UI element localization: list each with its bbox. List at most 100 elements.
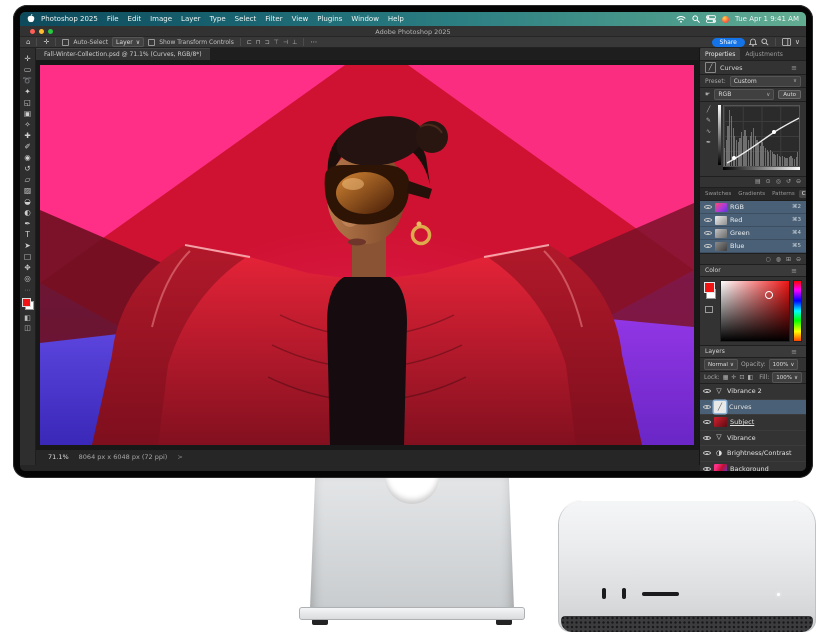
visibility-eye-icon[interactable] bbox=[703, 242, 712, 251]
smooth-curve-icon[interactable]: ∿ bbox=[706, 129, 711, 135]
panel-menu-icon[interactable]: ≡ bbox=[791, 348, 801, 356]
frame-tool[interactable]: ▣ bbox=[22, 108, 34, 119]
channel-dropdown[interactable]: RGB ∨ bbox=[714, 89, 774, 100]
eraser-tool[interactable]: ▱ bbox=[22, 174, 34, 185]
panel-tab[interactable]: Patterns bbox=[769, 190, 798, 198]
layer-row[interactable]: ◑ Brightness/Contrast bbox=[700, 446, 806, 462]
lock-transparency-icon[interactable]: ▦ bbox=[723, 375, 729, 381]
healing-brush-tool[interactable]: ✚ bbox=[22, 130, 34, 141]
layer-name[interactable]: Subject bbox=[730, 418, 804, 426]
menu-item[interactable]: View bbox=[292, 15, 309, 23]
menu-item[interactable]: Plugins bbox=[317, 15, 342, 23]
layer-row[interactable]: ╱ Curves bbox=[700, 400, 806, 416]
layer-thumbnail[interactable] bbox=[714, 417, 727, 427]
layer-row[interactable]: ▽ Vibrance 2 bbox=[700, 384, 806, 400]
visibility-eye-icon[interactable] bbox=[702, 464, 711, 471]
panel-menu-icon[interactable]: ≡ bbox=[791, 267, 801, 275]
foreground-color-swatch[interactable] bbox=[704, 282, 715, 293]
menu-clock[interactable]: Tue Apr 1 9:41 AM bbox=[735, 15, 799, 23]
document-tab[interactable]: Fall-Winter-Collection.psd @ 71.1% (Curv… bbox=[36, 48, 210, 60]
panel-tab[interactable]: Adjustments bbox=[740, 48, 788, 60]
search-icon[interactable] bbox=[761, 38, 769, 46]
load-selection-icon[interactable]: ○ bbox=[765, 256, 770, 263]
quick-mask-icon[interactable]: ◧ bbox=[24, 314, 31, 322]
layer-name[interactable]: Vibrance 2 bbox=[727, 387, 804, 395]
auto-contrast-icon[interactable]: ⊙ bbox=[766, 179, 771, 185]
channel-thumbnail[interactable] bbox=[715, 242, 727, 251]
distribute-top-icon[interactable]: ⊤ bbox=[274, 39, 279, 46]
channel-row[interactable]: Green ⌘4 bbox=[700, 227, 806, 240]
channel-thumbnail[interactable] bbox=[715, 216, 727, 225]
shape-tool[interactable]: □ bbox=[22, 251, 34, 262]
marquee-tool[interactable]: ▭ bbox=[22, 64, 34, 75]
panel-tab[interactable]: Swatches bbox=[702, 190, 734, 198]
align-right-icon[interactable]: ⊐ bbox=[265, 39, 270, 46]
hand-tool[interactable]: ✥ bbox=[22, 262, 34, 273]
menu-item[interactable]: File bbox=[107, 15, 119, 23]
menu-item[interactable]: Photoshop 2025 bbox=[41, 15, 98, 23]
lock-position-icon[interactable]: ✛ bbox=[731, 375, 736, 381]
dodge-tool[interactable]: ◐ bbox=[22, 207, 34, 218]
pen-tool[interactable]: ✒ bbox=[22, 218, 34, 229]
auto-select-checkbox[interactable] bbox=[62, 39, 69, 46]
channel-thumbnail[interactable] bbox=[715, 203, 727, 212]
saturation-brightness-field[interactable] bbox=[720, 280, 790, 342]
notifications-bell-icon[interactable] bbox=[749, 38, 757, 47]
move-tool[interactable]: ✛ bbox=[22, 53, 34, 64]
crop-tool[interactable]: ◱ bbox=[22, 97, 34, 108]
menu-item[interactable]: Select bbox=[235, 15, 257, 23]
zoom-tool[interactable]: ◎ bbox=[22, 273, 34, 284]
lasso-tool[interactable]: ➰ bbox=[22, 75, 34, 86]
visibility-eye-icon[interactable] bbox=[702, 418, 711, 427]
menu-item[interactable]: Image bbox=[150, 15, 172, 23]
visibility-icon[interactable]: ◎ bbox=[776, 179, 781, 185]
hue-slider[interactable] bbox=[793, 280, 802, 342]
reset-icon[interactable]: ↺ bbox=[786, 179, 791, 185]
eyedropper-tool[interactable]: ✧ bbox=[22, 119, 34, 130]
visibility-eye-icon[interactable] bbox=[703, 203, 712, 212]
new-channel-icon[interactable]: ⊞ bbox=[786, 256, 791, 263]
layer-name[interactable]: Background bbox=[730, 465, 804, 471]
chevron-down-icon[interactable]: ∨ bbox=[795, 39, 800, 46]
auto-button[interactable]: Auto bbox=[778, 90, 801, 99]
visibility-eye-icon[interactable] bbox=[702, 449, 711, 458]
panel-tab[interactable]: Properties bbox=[700, 48, 740, 60]
curves-editor[interactable]: ╱✎∿✒ bbox=[700, 102, 806, 176]
layer-row[interactable]: Subject bbox=[700, 415, 806, 431]
panel-tab[interactable]: Channels bbox=[799, 190, 806, 198]
layer-name[interactable]: Brightness/Contrast bbox=[727, 449, 804, 457]
history-brush-tool[interactable]: ↺ bbox=[22, 163, 34, 174]
lock-image-icon[interactable]: ⊡ bbox=[739, 375, 744, 381]
curves-grid[interactable] bbox=[723, 105, 800, 167]
distribute-middle-icon[interactable]: ⊣ bbox=[283, 39, 288, 46]
menu-item[interactable]: Edit bbox=[128, 15, 142, 23]
blur-tool[interactable]: ◒ bbox=[22, 196, 34, 207]
layer-thumbnail[interactable] bbox=[714, 464, 727, 471]
spotlight-search-icon[interactable] bbox=[692, 15, 700, 23]
zoom-level-field[interactable]: 71.1% bbox=[48, 453, 69, 461]
clip-to-layer-icon[interactable]: ▤ bbox=[755, 179, 761, 185]
color-picker-ring[interactable] bbox=[765, 291, 773, 299]
black-point-eyedropper-icon[interactable]: ✒ bbox=[706, 140, 711, 146]
targeted-adjustment-icon[interactable]: ☛ bbox=[705, 91, 710, 98]
more-options-icon[interactable]: ⋯ bbox=[310, 39, 317, 46]
layer-name[interactable]: Vibrance bbox=[727, 434, 804, 442]
menu-item[interactable]: Window bbox=[351, 15, 379, 23]
show-transform-checkbox[interactable] bbox=[148, 39, 155, 46]
brush-tool[interactable]: ✐ bbox=[22, 141, 34, 152]
type-tool[interactable]: T bbox=[22, 229, 34, 240]
quick-selection-tool[interactable]: ✦ bbox=[22, 86, 34, 97]
visibility-eye-icon[interactable] bbox=[703, 229, 712, 238]
gradient-tool[interactable]: ▨ bbox=[22, 185, 34, 196]
status-chevron-icon[interactable]: > bbox=[177, 453, 182, 461]
opacity-dropdown[interactable]: 100% ∨ bbox=[769, 359, 799, 370]
save-selection-icon[interactable]: ◍ bbox=[776, 256, 781, 263]
blend-mode-dropdown[interactable]: Normal ∨ bbox=[704, 359, 738, 370]
curve-edit-icon[interactable]: ╱ bbox=[707, 107, 711, 113]
canvas[interactable] bbox=[36, 60, 699, 450]
menu-item[interactable]: Type bbox=[210, 15, 226, 23]
visibility-eye-icon[interactable] bbox=[702, 387, 711, 396]
workspace-switcher-icon[interactable] bbox=[782, 38, 791, 46]
menu-item[interactable]: Filter bbox=[265, 15, 282, 23]
path-selection-tool[interactable]: ➤ bbox=[22, 240, 34, 251]
